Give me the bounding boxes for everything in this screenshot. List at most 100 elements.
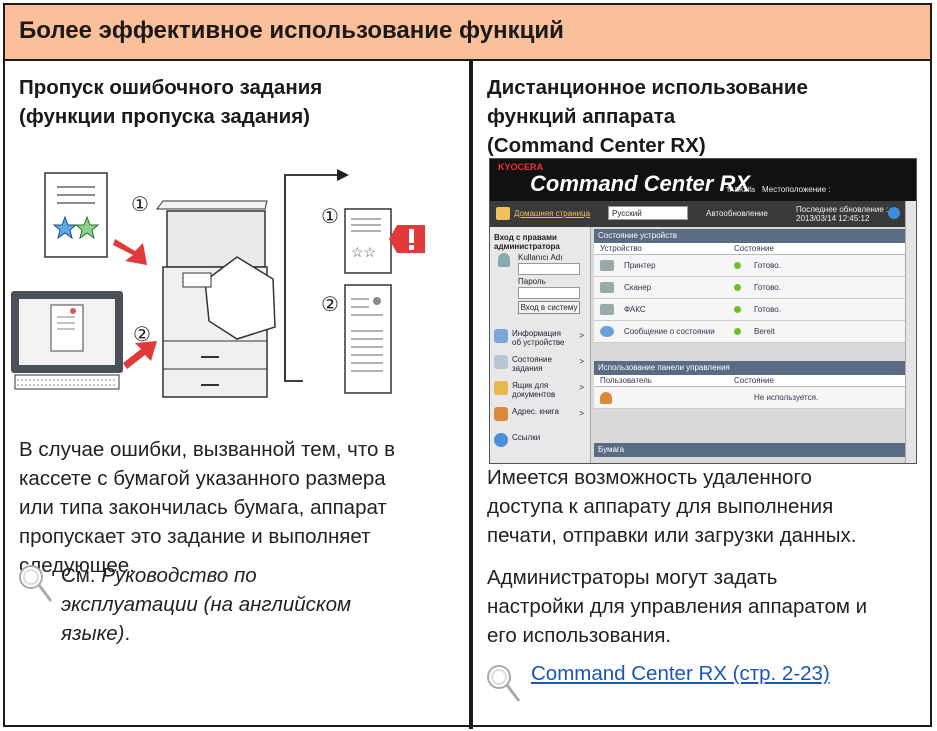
chevron-right-icon: > — [579, 383, 584, 392]
menu-label: Ящик для документов — [512, 381, 556, 399]
right-heading-line1: Дистанционное использование — [487, 76, 808, 99]
menu-label: Информация об устройстве — [512, 329, 565, 347]
last-update-value: 2013/03/14 12:45:12 — [796, 214, 870, 223]
sidebar-item-links[interactable]: Ссылки — [494, 431, 586, 453]
right-body-line: его использования. — [487, 624, 672, 647]
command-center-screenshot: KYOCERA Command Center RX TASKalfa Место… — [489, 158, 917, 464]
marker-4-text: ② — [321, 294, 339, 316]
left-body-line: или типа закончилась бумага, аппарат — [19, 496, 387, 519]
cc-main: Состояние устройств Устройство Состояние … — [594, 229, 906, 463]
address-book-icon — [494, 407, 508, 421]
computer-icon — [11, 291, 123, 390]
last-update: Последнее обновление :2013/03/14 12:45:1… — [796, 205, 888, 223]
cc-scrollbar[interactable] — [905, 201, 916, 463]
menu-label: Адрес. книга — [512, 407, 559, 416]
ref-italic: эксплуатации (на английском — [61, 593, 352, 616]
device-row[interactable]: Сообщение о состоянии Bereit — [594, 321, 906, 343]
device-row[interactable]: Принтер Готово. — [594, 255, 906, 277]
home-link[interactable]: Домашняя страница — [514, 209, 590, 218]
password-label: Пароль — [518, 277, 546, 286]
job-skip-illustration: ① ② ☆☆ ① ② — [11, 169, 425, 398]
right-body-line: доступа к аппарату для выполнения — [487, 495, 834, 518]
fax-icon — [600, 304, 614, 315]
password-input[interactable] — [518, 287, 580, 299]
usage-table-header: Пользователь Состояние — [594, 375, 906, 387]
mfp-printer-icon — [156, 200, 276, 398]
device-info-icon — [494, 329, 508, 343]
left-body-line: пропускает это задание и выполняет — [19, 525, 371, 548]
cc-sidebar: Вход с правами администратора Kullanıcı … — [490, 227, 591, 463]
ref-prefix: См. — [61, 564, 102, 587]
right-body-line: печати, отправки или загрузки данных. — [487, 524, 857, 547]
red-arrow-1-icon — [113, 239, 147, 265]
left-body-line: В случае ошибки, вызванной тем, что в — [19, 438, 396, 461]
right-heading: Дистанционное использование функций аппа… — [487, 73, 808, 160]
auto-refresh-checkbox[interactable]: Автообновление — [706, 209, 768, 218]
device-name: Сообщение о состоянии — [624, 327, 715, 336]
device-table-header: Устройство Состояние — [594, 243, 906, 255]
user-icon — [600, 392, 612, 404]
chevron-right-icon: > — [579, 409, 584, 418]
ref-italic: Руководство по — [101, 564, 257, 587]
right-body-line: Администраторы могут задать — [487, 566, 778, 589]
printer-icon — [600, 260, 614, 271]
magnifier-icon — [19, 565, 53, 602]
marker-2-text: ② — [133, 324, 151, 346]
device-status: Готово. — [754, 305, 781, 314]
left-reference: См. Руководство по эксплуатации (на англ… — [61, 561, 351, 648]
right-reference: Command Center RX (стр. 2-23) — [531, 659, 830, 688]
right-body-1: Имеется возможность удаленного доступа к… — [487, 463, 856, 550]
status-dot-icon — [734, 284, 741, 291]
panel-operation-usage: Использование панели управления — [594, 361, 906, 375]
section-header: Более эффективное использование функций — [5, 5, 930, 61]
marker-3-text: ① — [321, 206, 339, 228]
ref-italic: языке) — [61, 622, 125, 645]
username-label: Kullanıcı Adı — [518, 253, 563, 262]
language-select[interactable]: Русский — [608, 206, 688, 220]
sidebar-item-address-book[interactable]: Адрес. книга > — [494, 405, 586, 427]
device-status: Готово. — [754, 261, 781, 270]
right-heading-line2: функций аппарата — [487, 105, 676, 128]
error-icon — [389, 225, 425, 253]
chevron-right-icon: > — [579, 357, 584, 366]
cc-model: TASKalfa — [726, 187, 756, 194]
command-center-link[interactable]: Command Center RX (стр. 2-23) — [531, 662, 830, 685]
refresh-icon[interactable] — [888, 207, 900, 219]
left-body-text: В случае ошибки, вызванной тем, что в ка… — [19, 435, 395, 580]
login-button[interactable]: Вход в систему — [518, 301, 580, 314]
left-heading: Пропуск ошибочного задания (функции проп… — [19, 73, 322, 131]
device-name: ФАКС — [624, 305, 646, 314]
cc-toolbar: Домашняя страница Русский Автообновление… — [490, 201, 916, 227]
skipped-document: ☆☆ — [344, 208, 392, 274]
status-dot-icon — [734, 262, 741, 269]
output-arrow-icon — [337, 169, 349, 181]
cc-location: Местоположение : — [762, 185, 831, 194]
sidebar-item-job-status[interactable]: Состояние задания > — [494, 353, 586, 375]
svg-text:☆☆: ☆☆ — [351, 244, 376, 260]
cc-title: Command Center RX — [530, 171, 751, 196]
device-row[interactable]: ФАКС Готово. — [594, 299, 906, 321]
message-icon — [600, 326, 614, 337]
username-input[interactable] — [518, 263, 580, 275]
right-body-line: Имеется возможность удаленного — [487, 466, 812, 489]
device-row[interactable]: Сканер Готово. — [594, 277, 906, 299]
device-status: Готово. — [754, 283, 781, 292]
sidebar-item-device-info[interactable]: Информация об устройстве > — [494, 327, 586, 349]
document-with-stars — [44, 172, 108, 258]
marker-1-text: ① — [131, 194, 149, 216]
column-divider — [469, 61, 473, 729]
job-status-icon — [494, 355, 508, 369]
sidebar-item-document-box[interactable]: Ящик для документов > — [494, 379, 586, 401]
device-name: Сканер — [624, 283, 652, 292]
menu-label: Ссылки — [512, 433, 541, 442]
user-icon — [498, 253, 510, 267]
menu-label: Состояние задания — [512, 355, 552, 373]
page-frame: Более эффективное использование функций … — [3, 3, 932, 729]
magnifier-icon — [487, 665, 521, 702]
home-icon — [496, 207, 510, 220]
right-body-2: Администраторы могут задать настройки дл… — [487, 563, 867, 650]
col-user: Пользователь — [600, 376, 652, 385]
cc-topbar: KYOCERA Command Center RX TASKalfa Место… — [490, 159, 916, 201]
col-device: Устройство — [600, 244, 642, 253]
ref-suffix: . — [124, 622, 131, 645]
